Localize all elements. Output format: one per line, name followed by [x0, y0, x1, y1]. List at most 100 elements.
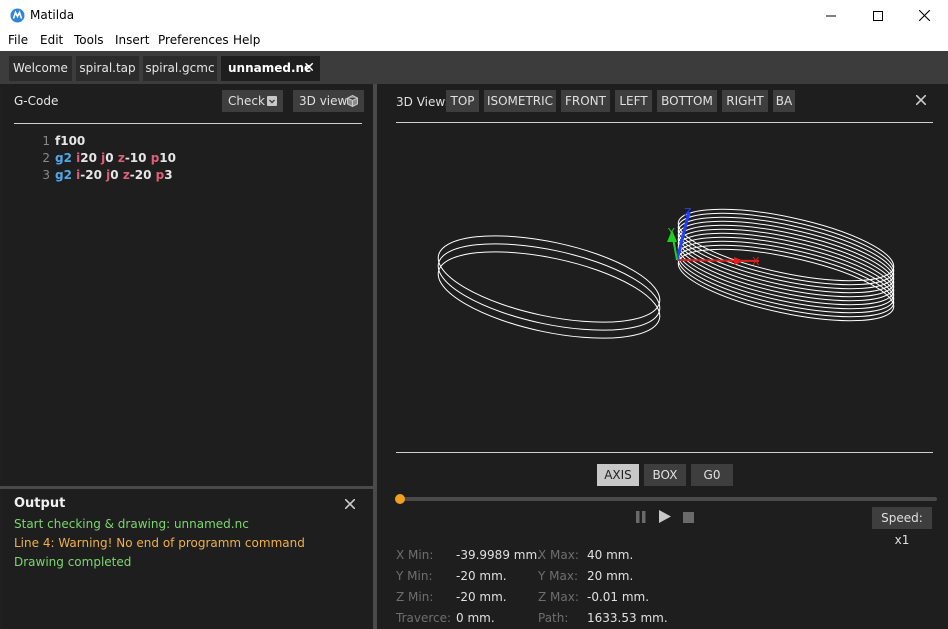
output-title: Output [14, 496, 66, 511]
play-icon[interactable] [659, 510, 671, 523]
tab-close-icon[interactable]: ✕ [303, 56, 315, 81]
x-axis-line [676, 259, 760, 262]
stat-value: -20 mm. [456, 569, 507, 583]
output-message: Line 4: Warning! No end of programm comm… [14, 536, 305, 550]
speed-button[interactable]: Speed: x1 [872, 507, 932, 547]
cube-icon [347, 95, 358, 107]
view3d-panel: 3D View: TOP ISOMETRIC FRONT LEFT BOTTOM… [377, 84, 948, 629]
pause-icon[interactable] [636, 511, 646, 523]
x-axis-label: X [752, 255, 760, 268]
toggle-g0-button[interactable]: G0 [691, 464, 733, 486]
z-axis-label: Z [684, 206, 692, 219]
chevron-down-icon [267, 96, 277, 106]
gcode-line[interactable]: 2 g2 i20 j0 z-10 p10 [40, 151, 176, 165]
check-button-label: Check [228, 94, 265, 108]
gcode-token: -20 [129, 168, 152, 182]
stat-label: Z Min: [396, 590, 434, 604]
menu-edit[interactable]: Edit [40, 33, 63, 47]
stat-label: Path: [538, 611, 569, 625]
stat-value: 20 mm. [587, 569, 634, 583]
line-number: 3 [42, 168, 50, 182]
stat-value: -39.9989 mm. [456, 548, 541, 562]
toolpath-loop [437, 251, 661, 339]
check-button[interactable]: Check [222, 90, 283, 112]
toggle-axis-button[interactable]: AXIS [597, 464, 639, 486]
maximize-button[interactable] [855, 0, 901, 31]
minimize-button[interactable] [808, 0, 854, 31]
output-message: Drawing completed [14, 555, 132, 569]
view-left-button[interactable]: LEFT [615, 90, 652, 112]
stat-label: X Min: [396, 548, 434, 562]
menu-preferences[interactable]: Preferences [158, 33, 229, 47]
view3d-bottom-divider [396, 452, 933, 453]
toggle-box-button[interactable]: BOX [644, 464, 686, 486]
view-bottom-button[interactable]: BOTTOM [657, 90, 717, 112]
view-front-button[interactable]: FRONT [561, 90, 610, 112]
menu-bar: File Edit Tools Insert Preferences Help [0, 31, 948, 51]
toolpath-canvas[interactable]: X Z Y [396, 124, 933, 452]
playback-progress-track[interactable] [395, 494, 937, 504]
gcode-token: 3 [164, 168, 173, 182]
minimize-icon [826, 15, 836, 16]
gcode-line[interactable]: 1 f100 [40, 134, 85, 148]
close-window-button[interactable] [901, 0, 947, 31]
tab-spiral-gcmc[interactable]: spiral.gcmc [143, 56, 217, 81]
view3d-top-divider [396, 122, 933, 123]
gcode-token: 10 [159, 151, 176, 165]
x-axis-arrow [734, 257, 744, 265]
gcode-panel: G-Code Check 3D view 1 f100 2 g2 i20 j0 z-… [2, 84, 372, 486]
maximize-icon [873, 10, 883, 21]
gcode-token: 20 [80, 151, 97, 165]
tab-welcome[interactable]: Welcome [9, 56, 72, 81]
window-title: Matilda [30, 8, 75, 22]
toolpath-loop [437, 235, 661, 323]
stat-value: 40 mm. [587, 548, 634, 562]
gcode-divider [14, 123, 362, 124]
view3d-close-icon[interactable] [916, 95, 926, 105]
view-back-button[interactable]: BA [773, 90, 795, 112]
menu-insert[interactable]: Insert [115, 33, 149, 47]
app-logo-icon [10, 8, 25, 23]
view3d-label: 3D View: [396, 95, 449, 109]
playback-progress-handle[interactable] [395, 494, 405, 504]
gcode-line[interactable]: 3 g2 i-20 j0 z-20 p3 [40, 168, 173, 182]
menu-file[interactable]: File [8, 33, 28, 47]
tab-bar: Welcome spiral.tap spiral.gcmc unnamed.n… [0, 51, 948, 84]
menu-help[interactable]: Help [233, 33, 260, 47]
line-number: 1 [42, 134, 50, 148]
output-panel: Output Start checking & drawing: unnamed… [2, 489, 372, 629]
line-number: 2 [42, 151, 50, 165]
gcode-token: z [117, 151, 125, 165]
stat-label: Y Max: [538, 569, 578, 583]
view-isometric-button[interactable]: ISOMETRIC [484, 90, 556, 112]
stat-value: -0.01 mm. [587, 590, 650, 604]
toolpath-loop [437, 243, 661, 331]
stat-label: Traverce: [396, 611, 452, 625]
tab-spiral-tap[interactable]: spiral.tap [76, 56, 139, 81]
output-message: Start checking & drawing: unnamed.nc [14, 517, 249, 531]
toolpath-spiral-left [437, 235, 661, 339]
toolpath-spiral-right [677, 208, 895, 322]
gcode-token: f100 [55, 134, 86, 148]
output-close-icon[interactable] [345, 499, 355, 509]
gcode-title: G-Code [14, 94, 59, 108]
view-top-button[interactable]: TOP [446, 90, 479, 112]
title-bar: Matilda [0, 0, 948, 31]
tab-unnamed-nc[interactable]: unnamed.nc ✕ [221, 56, 320, 81]
stat-value: 1633.53 mm. [587, 611, 668, 625]
view3d-button[interactable]: 3D view [293, 90, 364, 112]
tab-label: unnamed.nc [228, 61, 312, 75]
stat-value: 0 mm. [456, 611, 495, 625]
gcode-token: p [150, 151, 160, 165]
close-icon [918, 10, 930, 21]
menu-tools[interactable]: Tools [74, 33, 104, 47]
gcode-token: -20 [80, 168, 102, 182]
y-axis-label: Y [667, 226, 675, 239]
stat-label: X Max: [538, 548, 579, 562]
stop-icon[interactable] [683, 512, 694, 523]
stat-label: Z Max: [538, 590, 579, 604]
view-right-button[interactable]: RIGHT [722, 90, 768, 112]
view3d-button-label: 3D view [299, 94, 348, 108]
gcode-token: 0 [110, 168, 119, 182]
stat-value: -20 mm. [456, 590, 507, 604]
